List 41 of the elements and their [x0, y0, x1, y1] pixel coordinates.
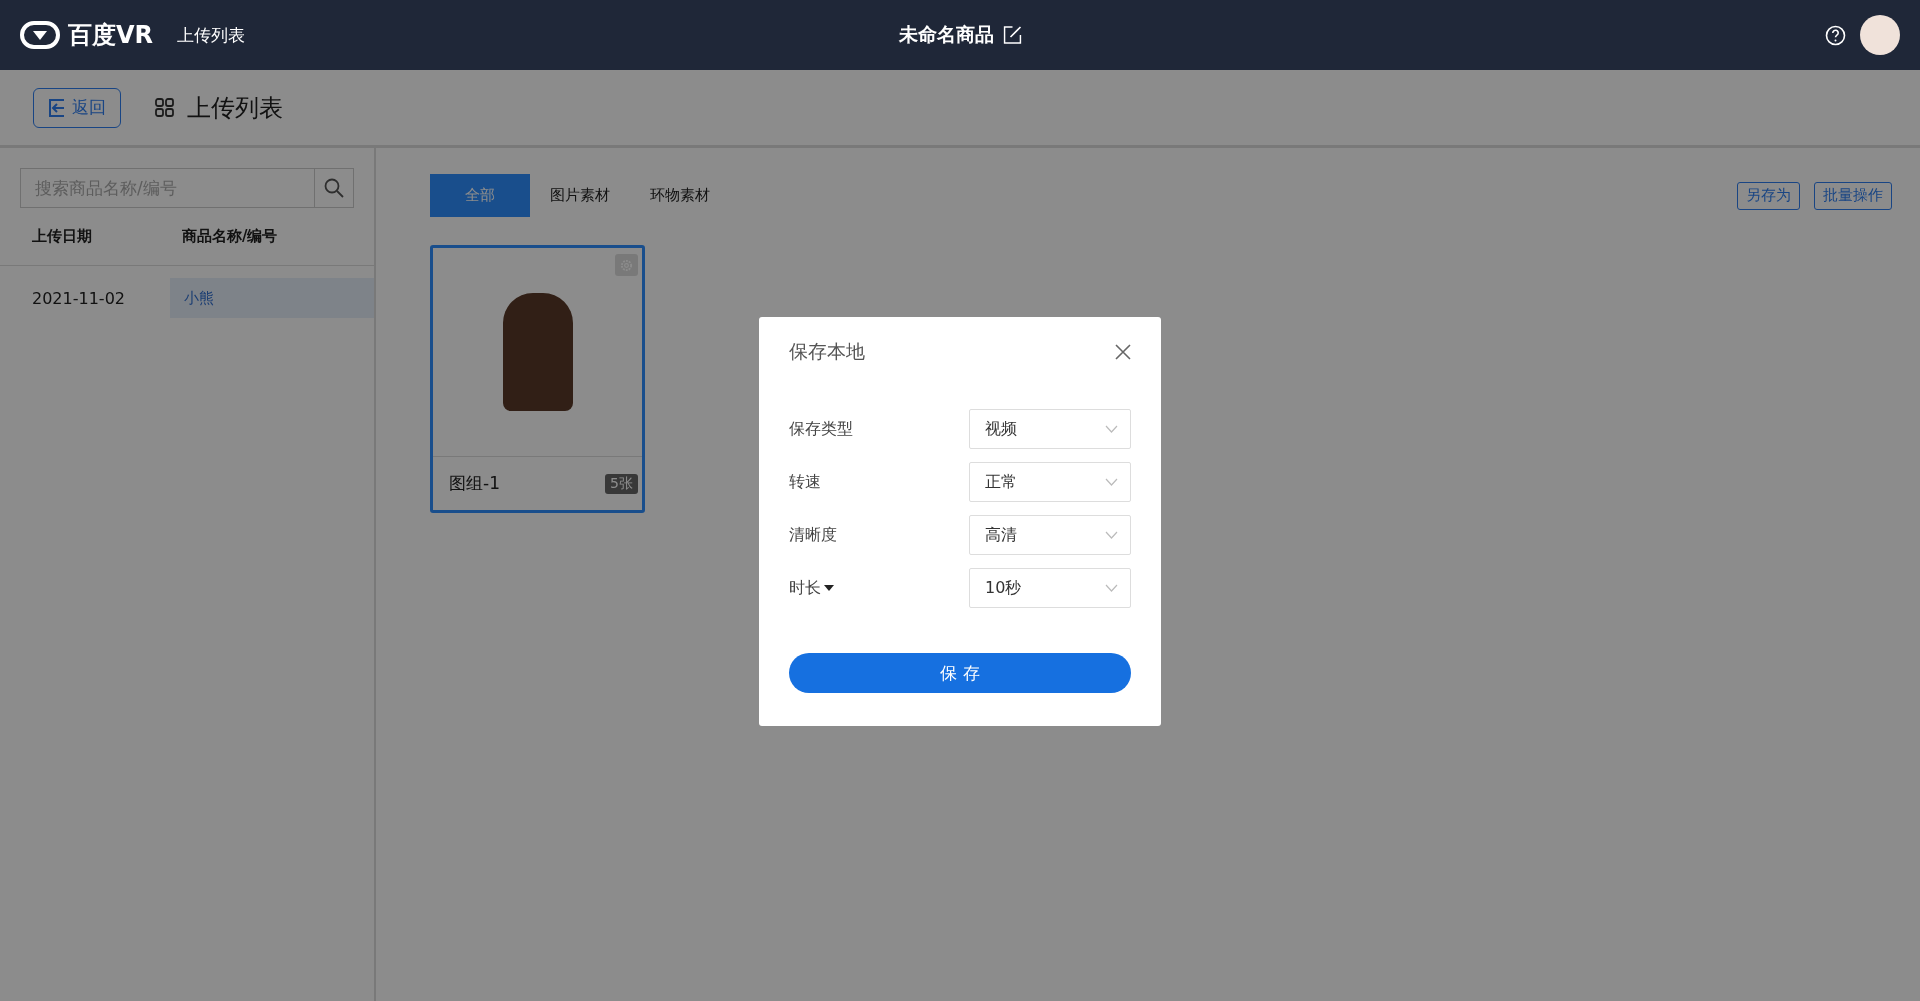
- chevron-down-icon: [1105, 425, 1118, 433]
- select-field[interactable]: 高清: [969, 515, 1131, 555]
- select-field[interactable]: 正常: [969, 462, 1131, 502]
- caret-down-icon[interactable]: [824, 585, 834, 591]
- field-label: 转速: [789, 471, 821, 493]
- avatar[interactable]: [1860, 15, 1900, 55]
- save-button[interactable]: 保 存: [789, 653, 1131, 693]
- close-icon: [1115, 344, 1131, 360]
- logo-icon: [20, 21, 60, 49]
- edit-icon[interactable]: [1003, 26, 1022, 44]
- chevron-down-icon: [1105, 531, 1118, 539]
- select-field[interactable]: 视频: [969, 409, 1131, 449]
- column-header: 商品名称/编号: [182, 227, 279, 246]
- logo-text: 百度VR: [68, 20, 154, 51]
- exit-icon: [48, 98, 66, 117]
- chevron-down-icon: [1105, 478, 1118, 486]
- nav-link[interactable]: 上传列表: [177, 23, 246, 47]
- action-button[interactable]: 另存为: [1737, 181, 1800, 210]
- close-button[interactable]: [1115, 344, 1131, 360]
- action-button[interactable]: 批量操作: [1814, 181, 1892, 210]
- field-label: 清晰度: [789, 524, 837, 546]
- search-button[interactable]: [314, 168, 354, 208]
- group-name: 图组-1: [449, 472, 500, 495]
- field-label: 保存类型: [789, 418, 853, 440]
- search-icon: [324, 178, 344, 198]
- column-header: 上传日期: [32, 227, 93, 246]
- grid-icon: [155, 97, 175, 118]
- filter-tab[interactable]: 图片素材: [530, 174, 630, 217]
- help-icon[interactable]: [1825, 24, 1846, 46]
- image-group-card[interactable]: 图组-1 5张: [430, 245, 645, 513]
- field-label: 时长: [789, 577, 821, 599]
- page-title: 上传列表: [187, 92, 283, 124]
- product-name-item[interactable]: 小熊: [170, 278, 374, 318]
- count-badge: 5张: [605, 473, 638, 494]
- filter-tab[interactable]: 环物素材: [630, 174, 730, 217]
- select-field[interactable]: 10秒: [969, 568, 1131, 608]
- chevron-down-icon: [1105, 584, 1118, 592]
- product-title: 未命名商品: [898, 22, 994, 47]
- back-button[interactable]: 返回: [33, 87, 121, 128]
- date-cell-text: 2021-11-02: [32, 288, 126, 308]
- dialog-title: 保存本地: [789, 339, 865, 364]
